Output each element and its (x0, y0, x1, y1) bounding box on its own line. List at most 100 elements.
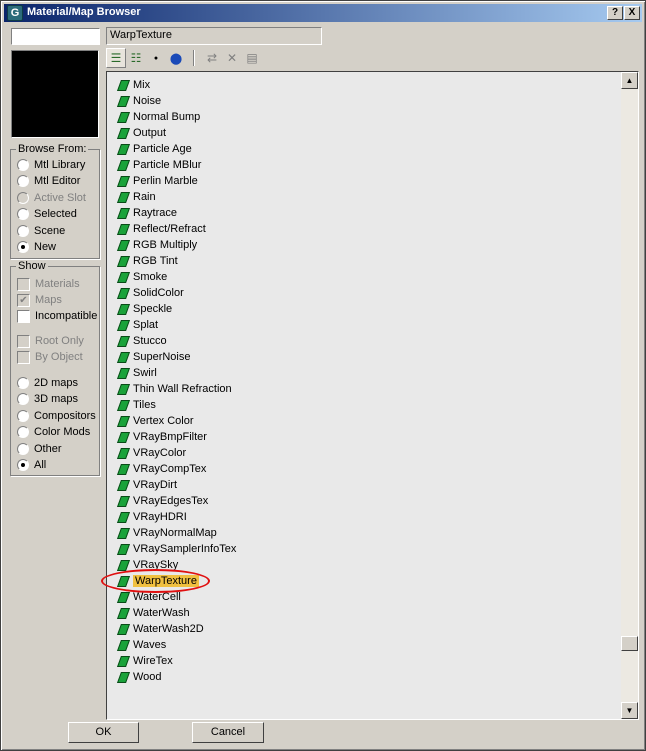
show-all-radio[interactable]: All (17, 458, 46, 472)
list-item[interactable]: Tiles (116, 397, 156, 413)
radio-button[interactable] (17, 208, 29, 221)
list-item[interactable]: Mix (116, 77, 150, 93)
close-button[interactable]: X (624, 6, 640, 20)
view-large-icons-icon[interactable]: ⬤ (166, 48, 186, 68)
show-3d-maps-radio[interactable]: 3D maps (17, 392, 78, 406)
list-item[interactable]: VRayCompTex (116, 461, 206, 477)
list-item[interactable]: VRayBmpFilter (116, 429, 207, 445)
list-item[interactable]: VRaySamplerInfoTex (116, 541, 236, 557)
browse-from-scene[interactable]: Scene (17, 224, 65, 238)
update-scene-materials-icon: ⇄ (206, 51, 218, 65)
show-other-radio[interactable]: Other (17, 442, 62, 456)
vertical-scrollbar[interactable]: ▲ ▼ (621, 72, 638, 719)
view-list-icons-icon[interactable]: ☷ (126, 48, 146, 68)
list-item[interactable]: SolidColor (116, 285, 184, 301)
list-item[interactable]: Noise (116, 93, 161, 109)
map-icon (116, 367, 131, 379)
option-label: Materials (35, 278, 80, 290)
cancel-button[interactable]: Cancel (192, 722, 264, 743)
list-item[interactable]: Swirl (116, 365, 157, 381)
browse-from-group: Browse From: Mtl Library Mtl Editor Active… (10, 143, 100, 259)
list-item[interactable]: Speckle (116, 301, 172, 317)
map-icon (116, 671, 131, 683)
map-icon (116, 447, 131, 459)
show-compositors-radio[interactable]: Compositors (17, 409, 96, 423)
list-item[interactable]: WaterCell (116, 589, 181, 605)
material-map-browser-window: G Material/Map Browser ? X WarpTexture B… (0, 0, 646, 751)
list-item[interactable]: VRaySky (116, 557, 178, 573)
toolbar-separator (193, 50, 195, 66)
browse-from-selected[interactable]: Selected (17, 207, 77, 221)
browse-from-title: Browse From: (16, 143, 89, 155)
show-color-mods-radio[interactable]: Color Mods (17, 425, 90, 439)
list-item-label: SuperNoise (133, 351, 191, 363)
list-item[interactable]: SuperNoise (116, 349, 191, 365)
list-item[interactable]: RGB Multiply (116, 237, 197, 253)
list-item[interactable]: WaterWash2D (116, 621, 204, 637)
list-item[interactable]: Output (116, 125, 166, 141)
list-item[interactable]: Vertex Color (116, 413, 194, 429)
radio-button[interactable] (17, 377, 29, 389)
list-item[interactable]: Particle Age (116, 141, 192, 157)
preview-name-field (11, 28, 100, 45)
list-item[interactable]: Particle MBlur (116, 157, 201, 173)
material-preview (11, 50, 99, 138)
list-item[interactable]: VRayEdgesTex (116, 493, 208, 509)
list-item[interactable]: Thin Wall Refraction (116, 381, 232, 397)
list-item[interactable]: Splat (116, 317, 158, 333)
map-list[interactable]: Mix Noise Normal Bump Output Particle Age Par… (106, 71, 639, 720)
list-item-label: Rain (133, 191, 156, 203)
list-item-label: SolidColor (133, 287, 184, 299)
map-icon (116, 479, 131, 491)
list-item[interactable]: WaterWash (116, 605, 190, 621)
list-item[interactable]: Reflect/Refract (116, 221, 206, 237)
scroll-thumb[interactable] (621, 636, 638, 651)
radio-button[interactable] (17, 224, 29, 237)
list-item[interactable]: VRayDirt (116, 477, 177, 493)
show-incompatible-checkbox[interactable]: Incompatible (17, 309, 97, 323)
ok-button[interactable]: OK (68, 722, 139, 743)
radio-button[interactable] (17, 175, 29, 188)
browse-from-mtl-library[interactable]: Mtl Library (17, 158, 85, 172)
map-icon (116, 415, 131, 427)
list-item[interactable]: Smoke (116, 269, 167, 285)
radio-button[interactable] (17, 241, 29, 253)
map-icon (116, 575, 131, 587)
radio-button[interactable] (17, 442, 29, 455)
option-label: By Object (35, 351, 83, 363)
map-name-field[interactable]: WarpTexture (106, 27, 322, 45)
list-item[interactable]: VRayHDRI (116, 509, 187, 525)
list-item[interactable]: RGB Tint (116, 253, 178, 269)
help-button[interactable]: ? (607, 6, 623, 20)
radio-button[interactable] (17, 393, 29, 406)
list-item-label: VRayBmpFilter (133, 431, 207, 443)
list-item[interactable]: Normal Bump (116, 109, 200, 125)
checkbox[interactable] (17, 309, 30, 323)
show-2d-maps-radio[interactable]: 2D maps (17, 376, 78, 390)
list-item[interactable]: Raytrace (116, 205, 177, 221)
list-item[interactable]: Wood (116, 669, 162, 685)
browse-from-new[interactable]: New (17, 240, 56, 254)
list-item[interactable]: VRayNormalMap (116, 525, 217, 541)
view-small-icons-icon[interactable]: ● (146, 48, 166, 68)
radio-button[interactable] (17, 459, 29, 471)
scroll-down-button[interactable]: ▼ (621, 702, 638, 719)
radio-button[interactable] (17, 159, 29, 171)
list-item-selected[interactable]: WarpTexture (116, 573, 199, 589)
option-label: Mtl Library (34, 159, 86, 171)
list-item[interactable]: WireTex (116, 653, 173, 669)
title-bar[interactable]: G Material/Map Browser ? X (4, 4, 642, 22)
list-item[interactable]: VRayColor (116, 445, 186, 461)
list-item[interactable]: Perlin Marble (116, 173, 198, 189)
list-item[interactable]: Rain (116, 189, 156, 205)
list-item-label: WarpTexture (133, 575, 199, 587)
view-list-icon[interactable]: ☰ (106, 48, 126, 68)
browse-from-mtl-editor[interactable]: Mtl Editor (17, 174, 80, 188)
list-item[interactable]: Stucco (116, 333, 167, 349)
radio-button[interactable] (17, 426, 29, 439)
map-icon (116, 319, 131, 331)
list-item-label: VRayHDRI (133, 511, 187, 523)
scroll-up-button[interactable]: ▲ (621, 72, 638, 89)
radio-button[interactable] (17, 409, 29, 422)
list-item[interactable]: Waves (116, 637, 166, 653)
